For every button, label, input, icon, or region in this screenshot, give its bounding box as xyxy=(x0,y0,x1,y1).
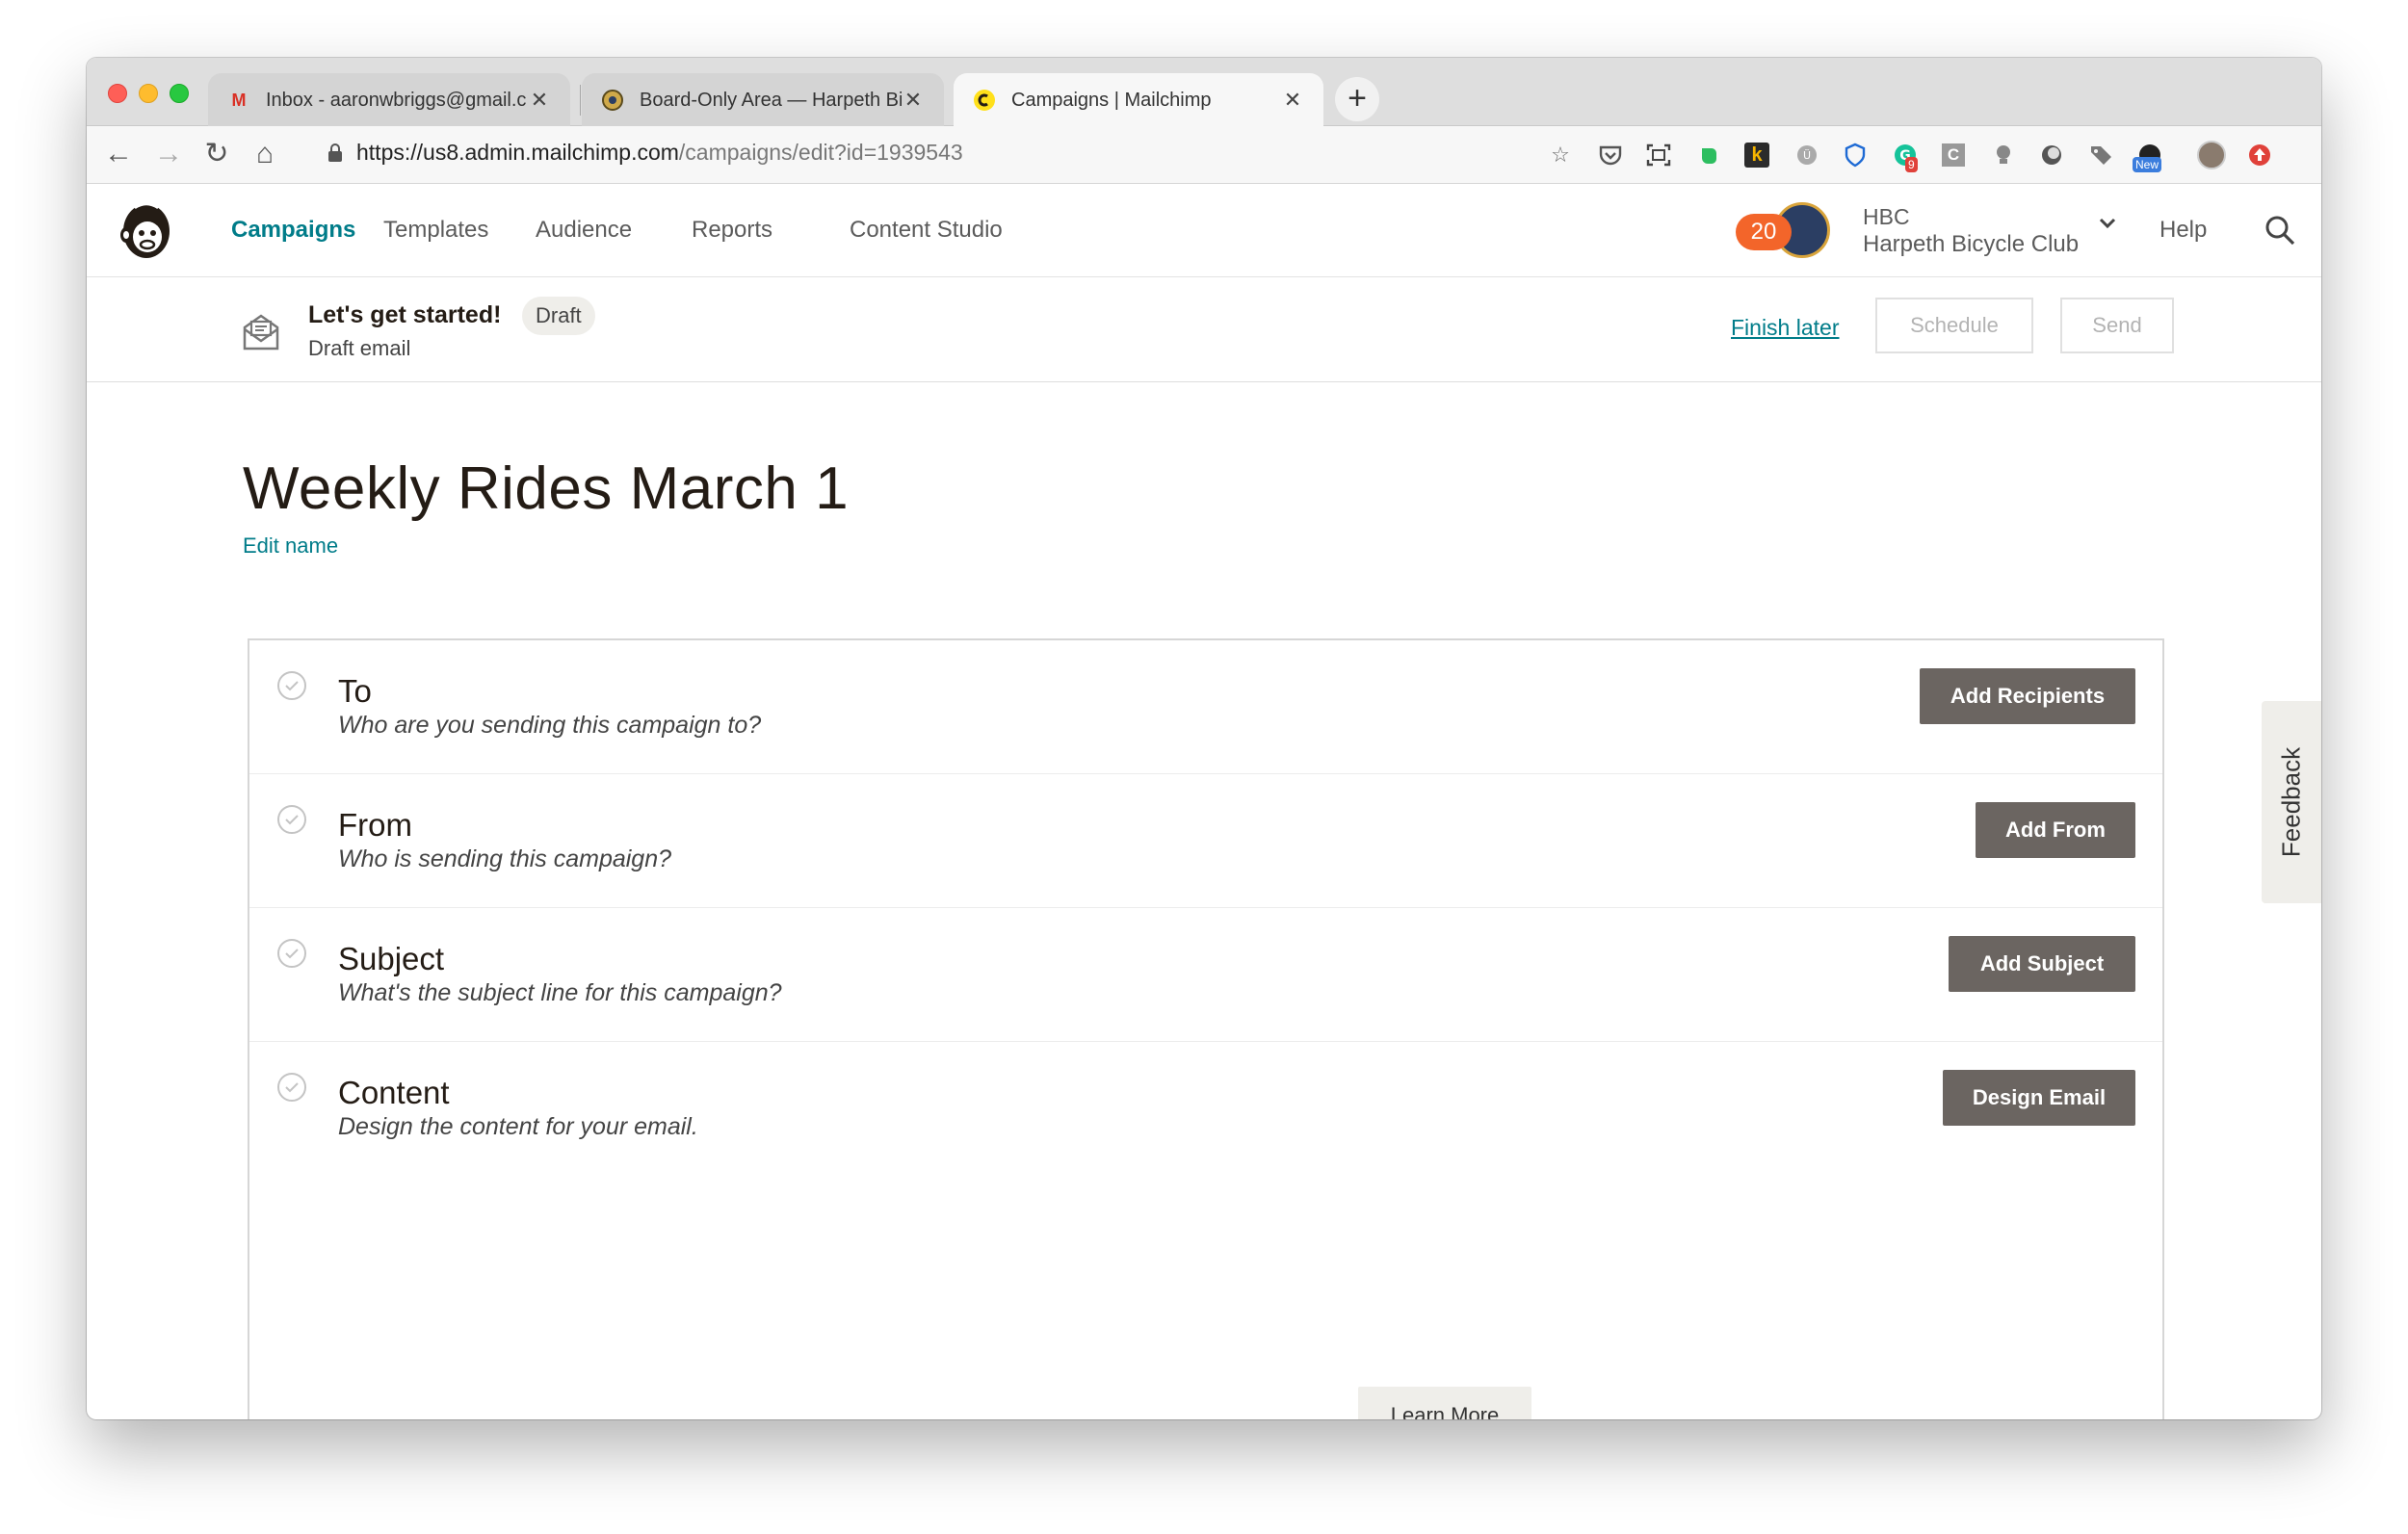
bookmark-star-icon[interactable]: ☆ xyxy=(1545,140,1576,170)
nav-audience[interactable]: Audience xyxy=(536,217,632,244)
evernote-icon[interactable] xyxy=(1693,140,1724,170)
add-subject-button[interactable]: Add Subject xyxy=(1949,936,2135,992)
add-recipients-button[interactable]: Add Recipients xyxy=(1920,668,2135,724)
checklist-description: Who is sending this campaign? xyxy=(338,845,672,872)
app-header: Campaigns Templates Audience Reports Con… xyxy=(87,185,2321,277)
draft-bar: Let's get started! Draft Draft email Fin… xyxy=(87,278,2321,382)
ublock-icon[interactable]: Ü xyxy=(1792,140,1822,170)
svg-text:Ü: Ü xyxy=(1803,149,1811,162)
circle-extension-icon[interactable] xyxy=(2036,140,2067,170)
check-circle-icon xyxy=(276,1072,307,1103)
gmail-icon: M xyxy=(231,90,247,110)
c-extension-icon[interactable]: C xyxy=(1938,140,1969,170)
add-from-button[interactable]: Add From xyxy=(1976,802,2135,858)
back-icon[interactable]: ← xyxy=(102,138,135,170)
forward-icon[interactable]: → xyxy=(152,138,185,170)
learn-more-button[interactable]: Learn More xyxy=(1358,1387,1531,1419)
shield-icon[interactable] xyxy=(1840,140,1871,170)
extension-badge: 9 xyxy=(1905,157,1918,172)
checklist-title: Content xyxy=(338,1075,450,1110)
checklist-row-subject: Subject What's the subject line for this… xyxy=(249,908,2162,1042)
send-button[interactable]: Send xyxy=(2060,298,2174,353)
draft-title: Let's get started! xyxy=(308,301,502,328)
url-host: https://us8.admin.mailchimp.com xyxy=(356,140,679,165)
nav-reports[interactable]: Reports xyxy=(692,217,772,244)
nav-campaigns[interactable]: Campaigns xyxy=(231,217,355,244)
new-badge: New xyxy=(2133,157,2162,172)
maximize-window-button[interactable] xyxy=(170,84,189,103)
browser-tab-board[interactable]: Board-Only Area — Harpeth Bi ✕ xyxy=(582,73,944,127)
lightbulb-icon[interactable] xyxy=(1988,140,2019,170)
new-tab-button[interactable]: + xyxy=(1335,77,1379,121)
page-title: Weekly Rides March 1 xyxy=(243,455,850,522)
mailchimp-icon xyxy=(973,89,996,112)
search-icon[interactable] xyxy=(2264,214,2296,247)
bike-club-icon xyxy=(601,89,624,112)
draft-subtitle: Draft email xyxy=(308,336,411,360)
status-badge: Draft xyxy=(522,297,595,335)
reload-icon[interactable]: ↻ xyxy=(200,138,233,170)
checklist-description: Who are you sending this campaign to? xyxy=(338,712,762,739)
chevron-down-icon[interactable] xyxy=(2098,210,2117,237)
home-icon[interactable]: ⌂ xyxy=(249,138,281,170)
checklist-row-from: From Who is sending this campaign? Add F… xyxy=(249,774,2162,908)
address-bar[interactable]: https://us8.admin.mailchimp.com/campaign… xyxy=(356,140,963,166)
campaign-checklist: To Who are you sending this campaign to?… xyxy=(248,638,2164,1419)
grammarly-icon[interactable]: G 9 xyxy=(1890,140,1921,172)
feedback-label: Feedback xyxy=(2276,746,2306,858)
check-circle-icon xyxy=(276,670,307,701)
tab-strip: M Inbox - aaronwbriggs@gmail.c ✕ Board-O… xyxy=(87,58,2321,127)
lock-icon xyxy=(327,143,343,168)
account-short-name[interactable]: HBC xyxy=(1863,204,1910,230)
browser-toolbar: ← → ↻ ⌂ https://us8.admin.mailchimp.com/… xyxy=(87,126,2321,184)
nav-templates[interactable]: Templates xyxy=(383,217,488,244)
browser-tab-mailchimp[interactable]: Campaigns | Mailchimp ✕ xyxy=(954,73,1323,127)
mailchimp-logo[interactable] xyxy=(114,198,177,262)
edit-name-link[interactable]: Edit name xyxy=(243,533,338,559)
tab-title: Inbox - aaronwbriggs@gmail.c xyxy=(266,89,527,111)
nav-content-studio[interactable]: Content Studio xyxy=(850,217,1003,244)
notification-badge[interactable]: 20 xyxy=(1736,214,1792,250)
checklist-row-to: To Who are you sending this campaign to?… xyxy=(249,640,2162,774)
schedule-button[interactable]: Schedule xyxy=(1875,298,2033,353)
checklist-title: From xyxy=(338,807,412,843)
url-path: /campaigns/edit?id=1939543 xyxy=(678,140,963,165)
minimize-window-button[interactable] xyxy=(139,84,158,103)
checklist-title: To xyxy=(338,673,372,709)
finish-later-link[interactable]: Finish later xyxy=(1731,315,1839,341)
screenshot-icon[interactable] xyxy=(1643,140,1674,170)
checklist-title: Subject xyxy=(338,941,445,976)
k-extension-icon[interactable]: k xyxy=(1741,140,1772,170)
pocket-icon[interactable] xyxy=(1595,140,1626,170)
feedback-tab[interactable]: Feedback xyxy=(2262,701,2321,903)
browser-tab-gmail[interactable]: M Inbox - aaronwbriggs@gmail.c ✕ xyxy=(208,73,570,127)
profile-avatar[interactable] xyxy=(2196,140,2227,170)
update-icon[interactable] xyxy=(2244,140,2275,170)
tab-title: Campaigns | Mailchimp xyxy=(1011,89,1212,111)
close-tab-icon[interactable]: ✕ xyxy=(1281,88,1304,113)
help-link[interactable]: Help xyxy=(2159,217,2207,244)
account-name[interactable]: Harpeth Bicycle Club xyxy=(1863,231,2079,258)
browser-window: M Inbox - aaronwbriggs@gmail.c ✕ Board-O… xyxy=(87,58,2321,1419)
design-email-button[interactable]: Design Email xyxy=(1943,1070,2135,1126)
close-window-button[interactable] xyxy=(108,84,127,103)
checklist-description: What's the subject line for this campaig… xyxy=(338,979,782,1006)
tab-title: Board-Only Area — Harpeth Bi xyxy=(640,89,902,111)
close-tab-icon[interactable]: ✕ xyxy=(902,88,925,113)
check-circle-icon xyxy=(276,804,307,835)
tags-icon[interactable] xyxy=(2086,140,2117,170)
new-extension-icon[interactable]: New xyxy=(2133,140,2165,172)
check-circle-icon xyxy=(276,938,307,969)
close-tab-icon[interactable]: ✕ xyxy=(528,88,551,113)
tab-separator xyxy=(580,85,581,116)
checklist-description: Design the content for your email. xyxy=(338,1113,698,1140)
checklist-row-content: Content Design the content for your emai… xyxy=(249,1042,2162,1176)
email-draft-icon xyxy=(241,312,281,352)
